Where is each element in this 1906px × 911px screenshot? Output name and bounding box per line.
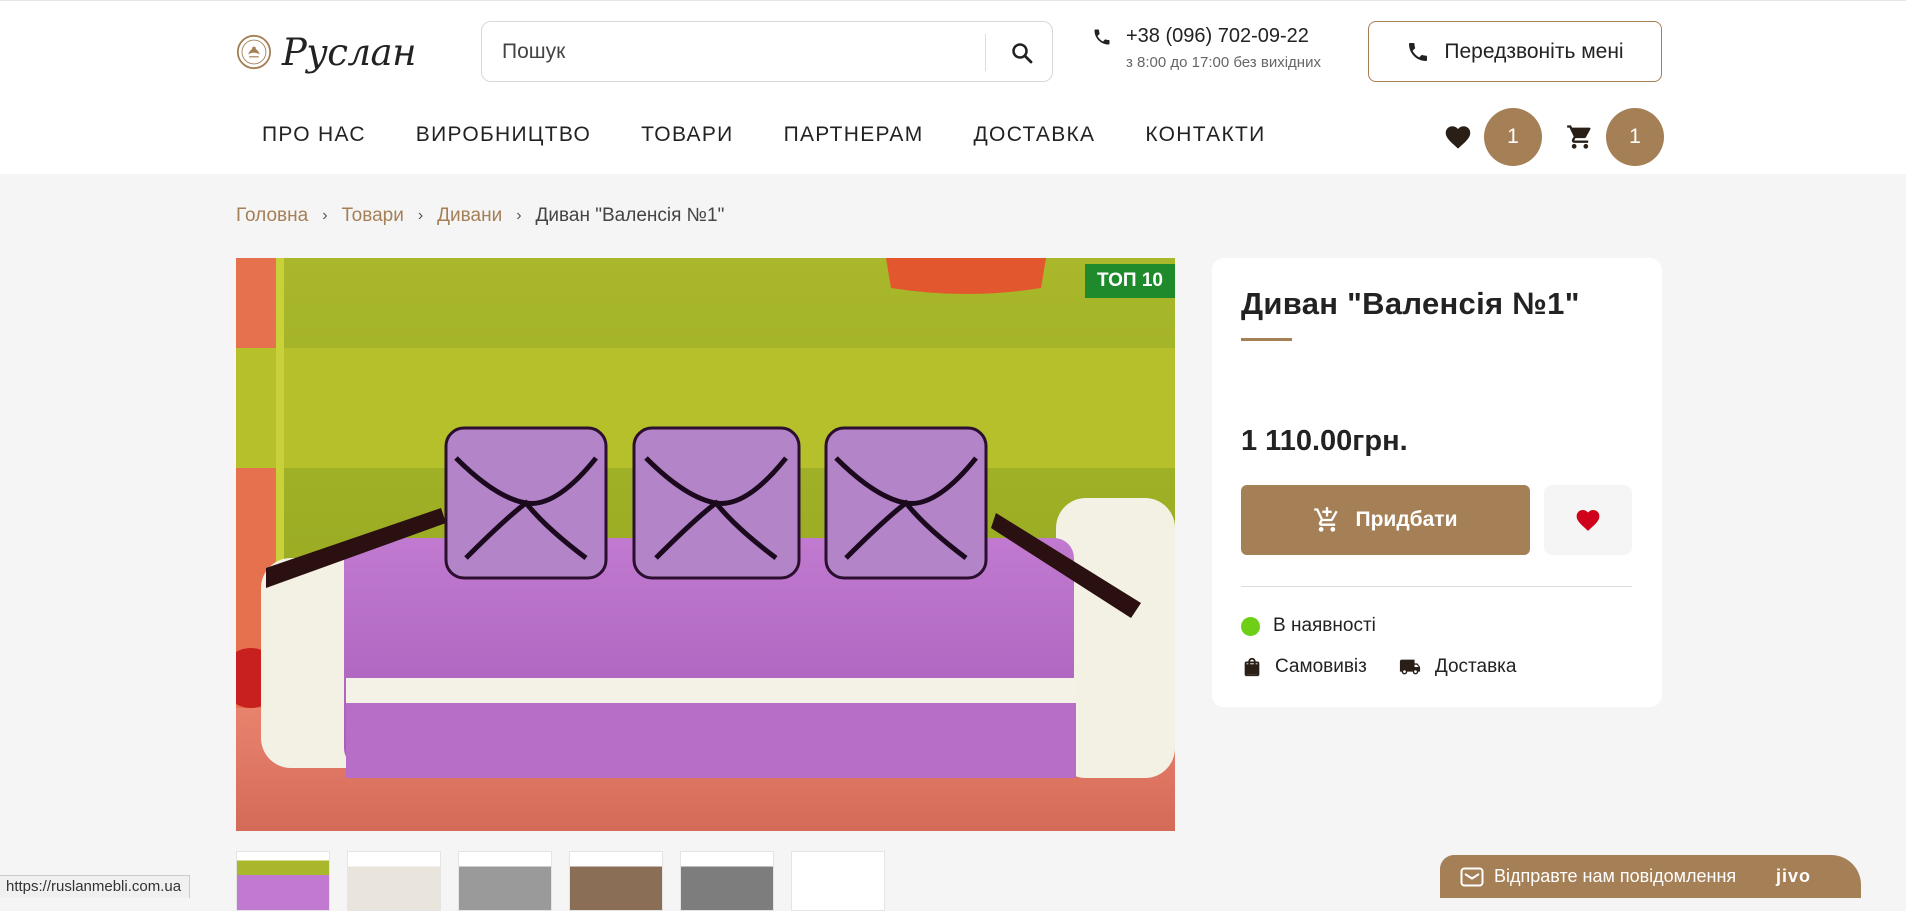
nav-item-production[interactable]: ВИРОБНИЦТВО (416, 123, 591, 147)
heart-icon (1445, 126, 1471, 149)
delivery-option[interactable]: Доставка (1397, 656, 1517, 678)
search-divider (985, 34, 986, 71)
callback-button[interactable]: Передзвоніть мені (1368, 21, 1662, 82)
nav-item-delivery[interactable]: ДОСТАВКА (974, 123, 1096, 147)
breadcrumb-category[interactable]: Дивани (437, 205, 502, 227)
product-info-card: Диван "Валенсія №1" 1 110.00грн. Придбат… (1212, 258, 1662, 707)
heart-icon (1576, 510, 1600, 531)
nav-item-about[interactable]: ПРО НАС (262, 123, 366, 147)
site-header: Руслан +38 (096) 702-09-22 з 8:00 до 17:… (0, 0, 1906, 174)
chat-widget[interactable]: Відправте нам повідомлення jivo (1440, 855, 1861, 898)
breadcrumb: Головна › Товари › Дивани › Диван "Вален… (236, 205, 724, 227)
stock-status: В наявності (1241, 615, 1376, 637)
thumbnail-strip (236, 851, 902, 911)
card-divider (1241, 586, 1632, 587)
breadcrumb-home[interactable]: Головна (236, 205, 308, 227)
thumbnail-1[interactable] (236, 851, 330, 911)
add-to-cart-button[interactable]: Придбати (1241, 485, 1530, 555)
nav-item-products[interactable]: ТОВАРИ (641, 123, 733, 147)
cart-count: 1 (1606, 108, 1664, 166)
product-title: Диван "Валенсія №1" (1241, 286, 1580, 321)
breadcrumb-products[interactable]: Товари (342, 205, 404, 227)
favorites-widget[interactable]: 1 (1444, 108, 1542, 166)
phone-icon (1409, 42, 1428, 61)
search-icon (1012, 42, 1033, 63)
product-main-image[interactable]: ТОП 10 (236, 258, 1175, 831)
thumbnail-4[interactable] (569, 851, 663, 911)
search-input[interactable] (482, 39, 982, 64)
delivery-label: Доставка (1434, 656, 1517, 677)
sofa-photo (236, 258, 1175, 831)
thumbnail-3[interactable] (458, 851, 552, 911)
cart-widget[interactable]: 1 (1566, 108, 1664, 166)
chevron-right-icon: › (322, 207, 328, 224)
in-stock-dot-icon (1241, 616, 1260, 636)
logo-text: Руслан (281, 30, 417, 74)
chevron-right-icon: › (516, 207, 522, 224)
add-to-cart-icon (1314, 507, 1339, 532)
site-logo[interactable]: Руслан (236, 21, 417, 83)
pickup-label: Самовивіз (1275, 656, 1367, 677)
status-bar-url: https://ruslanmebli.com.ua (0, 875, 191, 898)
logo-emblem-icon (236, 34, 272, 70)
top-badge: ТОП 10 (1085, 264, 1175, 298)
chat-label: Відправте нам повідомлення (1494, 866, 1737, 886)
truck-icon (1399, 659, 1420, 675)
search-button[interactable] (990, 22, 1054, 83)
delivery-options: Самовивіз Доставка (1241, 656, 1546, 678)
main-nav: ПРО НАС ВИРОБНИЦТВО ТОВАРИ ПАРТНЕРАМ ДОС… (262, 123, 1316, 147)
phone-number[interactable]: +38 (096) 702-09-22 (1126, 25, 1309, 48)
chevron-right-icon: › (417, 207, 424, 224)
nav-item-partners[interactable]: ПАРТНЕРАМ (784, 123, 924, 147)
thumbnail-5[interactable] (680, 851, 774, 911)
breadcrumb-current: Диван "Валенсія №1" (535, 205, 725, 226)
working-hours: з 8:00 до 17:00 без вихідних (1126, 54, 1321, 71)
contact-phone: +38 (096) 702-09-22 з 8:00 до 17:00 без … (1092, 25, 1321, 71)
shopping-bag-icon (1244, 657, 1260, 677)
pickup-option[interactable]: Самовивіз (1241, 656, 1367, 678)
title-underline (1241, 338, 1292, 341)
thumbnail-2[interactable] (347, 851, 441, 911)
favorites-count: 1 (1484, 108, 1542, 166)
buy-label: Придбати (1355, 508, 1458, 531)
phone-icon (1094, 29, 1110, 44)
add-to-favorites-button[interactable] (1544, 485, 1632, 555)
cart-icon (1567, 125, 1591, 149)
jivo-logo: jivo (1775, 866, 1811, 886)
callback-label: Передзвоніть мені (1444, 39, 1624, 63)
thumbnail-6[interactable] (791, 851, 885, 911)
nav-item-contacts[interactable]: КОНТАКТИ (1145, 123, 1265, 147)
product-price: 1 110.00грн. (1241, 425, 1408, 457)
stock-label: В наявності (1273, 615, 1376, 636)
envelope-icon (1460, 867, 1484, 886)
search-box (481, 21, 1053, 82)
